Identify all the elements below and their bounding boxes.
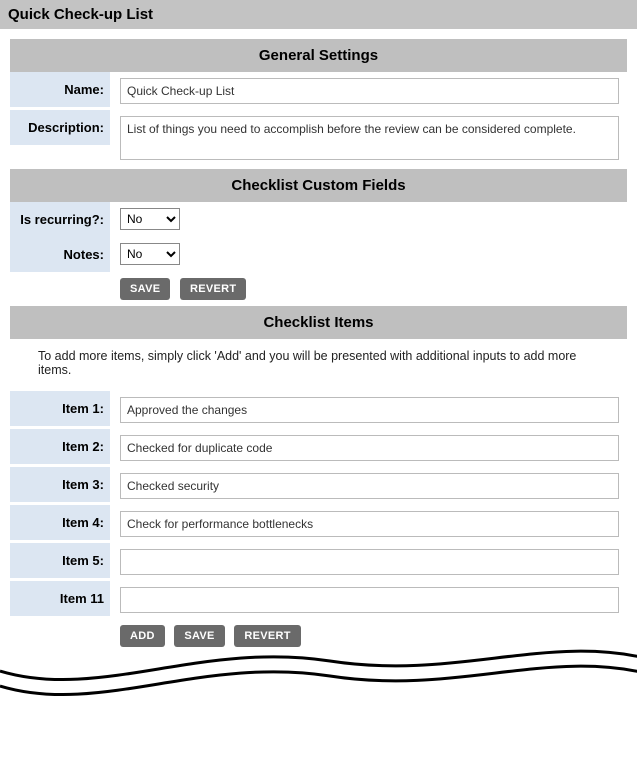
- item-label: Item 4:: [10, 505, 110, 540]
- recurring-select[interactable]: No: [120, 208, 180, 230]
- item-input[interactable]: [120, 473, 619, 499]
- custom-fields-header: Checklist Custom Fields: [10, 169, 627, 202]
- notes-select[interactable]: No: [120, 243, 180, 265]
- item-label: Item 3:: [10, 467, 110, 502]
- item-input[interactable]: [120, 587, 619, 613]
- item-input[interactable]: [120, 549, 619, 575]
- item-label: Item 5:: [10, 543, 110, 578]
- description-label: Description:: [10, 110, 110, 145]
- name-row: Name:: [10, 72, 627, 110]
- item-row: Item 1:: [10, 391, 627, 429]
- item-input[interactable]: [120, 397, 619, 423]
- revert-button[interactable]: REVERT: [234, 625, 300, 647]
- description-row: Description:: [10, 110, 627, 169]
- items-instructions: To add more items, simply click 'Add' an…: [10, 339, 627, 391]
- save-button[interactable]: SAVE: [120, 278, 170, 300]
- add-button[interactable]: ADD: [120, 625, 165, 647]
- general-settings-header: General Settings: [10, 39, 627, 72]
- item-label: Item 11: [10, 581, 110, 616]
- main-panel: General Settings Name: Description: Chec…: [0, 29, 637, 673]
- description-input[interactable]: [120, 116, 619, 160]
- item-input[interactable]: [120, 435, 619, 461]
- item-row: Item 4:: [10, 505, 627, 543]
- items-area: Item 1: Item 2: Item 3: Item 4: Item 5:: [10, 391, 627, 619]
- item-input[interactable]: [120, 511, 619, 537]
- notes-row: Notes: No: [10, 237, 627, 272]
- checklist-items-header: Checklist Items: [10, 306, 627, 339]
- custom-fields-buttons: SAVE REVERT: [10, 272, 627, 306]
- item-label: Item 2:: [10, 429, 110, 464]
- save-button[interactable]: SAVE: [174, 625, 224, 647]
- recurring-row: Is recurring?: No: [10, 202, 627, 237]
- recurring-label: Is recurring?:: [10, 202, 110, 237]
- item-row: Item 2:: [10, 429, 627, 467]
- revert-button[interactable]: REVERT: [180, 278, 246, 300]
- item-label: Item 1:: [10, 391, 110, 426]
- item-row: Item 3:: [10, 467, 627, 505]
- name-label: Name:: [10, 72, 110, 107]
- items-buttons: ADD SAVE REVERT: [10, 619, 627, 653]
- page-title: Quick Check-up List: [0, 0, 637, 29]
- item-row: Item 5:: [10, 543, 627, 581]
- name-input[interactable]: [120, 78, 619, 104]
- item-row: Item 11: [10, 581, 627, 619]
- notes-label: Notes:: [10, 237, 110, 272]
